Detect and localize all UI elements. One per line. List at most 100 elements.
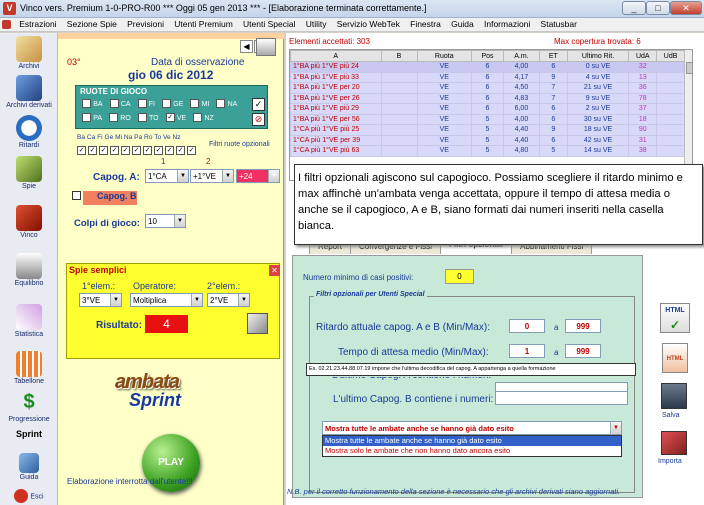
uncheck-all-icon[interactable]: ⊘ bbox=[252, 113, 265, 126]
show-mode-select[interactable]: Mostra tutte le ambate anche se hanno gi… bbox=[322, 421, 622, 435]
close-button[interactable]: ✕ bbox=[670, 1, 702, 15]
wheel-fi[interactable]: FI bbox=[137, 99, 155, 109]
col-header-am[interactable]: A.m. bbox=[502, 50, 540, 62]
import-icon[interactable] bbox=[661, 431, 687, 455]
rit-max-input[interactable]: 999 bbox=[565, 319, 601, 333]
wheel-nz[interactable]: NZ bbox=[193, 113, 214, 123]
sidebar-item-sprint[interactable]: Sprint bbox=[2, 429, 56, 443]
capoA-third-select[interactable]: +24 ▼ bbox=[236, 169, 280, 183]
wheel-ro[interactable]: RO bbox=[109, 113, 131, 123]
sidebar-item-guida[interactable]: Guida bbox=[2, 453, 56, 481]
min-pos-input[interactable]: 0 bbox=[445, 269, 474, 284]
dropdown-option-all[interactable]: Mostra tutte le ambate anche se hanno gi… bbox=[323, 436, 621, 446]
html-doc-icon[interactable]: HTML bbox=[662, 343, 688, 373]
dropdown-option-pending[interactable]: Mostra solo le ambate che non hanno dato… bbox=[323, 446, 621, 456]
copy-icon[interactable] bbox=[256, 38, 276, 56]
wheel-ba[interactable]: BA bbox=[82, 99, 103, 109]
filter-ro[interactable]: ✓ bbox=[154, 146, 163, 155]
tm-min-input[interactable]: 1 bbox=[509, 344, 545, 358]
check-all-icon[interactable]: ✓ bbox=[252, 98, 265, 111]
wheel-to[interactable]: TO bbox=[137, 113, 159, 123]
sidebar-item-tabellone[interactable]: Tabellone bbox=[2, 351, 56, 385]
filter-na[interactable]: ✓ bbox=[132, 146, 141, 155]
capoA-second-select[interactable]: +1°VE ▼ bbox=[190, 169, 234, 183]
col-header-b[interactable]: B bbox=[380, 50, 418, 62]
wheel-ve[interactable]: ✓ VE bbox=[165, 113, 186, 123]
sidebar-item-ritardi[interactable]: Ritardi bbox=[2, 115, 56, 149]
col-header-a[interactable]: A bbox=[290, 50, 382, 62]
rit-min-input[interactable]: 0 bbox=[509, 319, 545, 333]
save-icon[interactable] bbox=[661, 383, 687, 409]
spie-close-icon[interactable]: ✕ bbox=[269, 265, 280, 276]
cell-et: 5 bbox=[538, 145, 568, 157]
table-row[interactable]: 1°BA più 1°VE più 24 VE 6 4,00 6 0 su VE 32 bbox=[290, 61, 685, 73]
table-row[interactable]: 1°CA più 1°VE per 39 VE 5 4,40 6 42 su VE 31 bbox=[290, 134, 685, 146]
table-row[interactable]: 1°BA più 1°VE più 29 VE 6 6,00 6 2 su VE 37 bbox=[290, 103, 685, 115]
capoA-first-select[interactable]: 1°CA ▼ bbox=[145, 169, 189, 183]
col-header-uda[interactable]: UdA bbox=[628, 50, 658, 62]
filter-ba[interactable]: ✓ bbox=[77, 146, 86, 155]
wheel-pa[interactable]: PA bbox=[82, 113, 102, 123]
tm-max-input[interactable]: 999 bbox=[565, 344, 601, 358]
table-scrollbar[interactable] bbox=[684, 50, 692, 180]
sidebar-item-esci[interactable]: Esci bbox=[2, 489, 56, 504]
sidebar-item-archivi-derivati[interactable]: Archivi derivati bbox=[2, 75, 56, 109]
col-header-pos[interactable]: Pos bbox=[471, 50, 504, 62]
filter-to[interactable]: ✓ bbox=[165, 146, 174, 155]
table-row[interactable]: 1°BA più 1°VE per 26 VE 6 4,83 7 9 su VE 78 bbox=[290, 92, 685, 104]
menu-utenti-special[interactable]: Utenti Special bbox=[239, 18, 299, 30]
wheel-ge[interactable]: GE bbox=[162, 99, 183, 109]
maximize-button[interactable]: □ bbox=[646, 1, 670, 15]
menu-statusbar[interactable]: Statusbar bbox=[537, 18, 581, 30]
filter-ca[interactable]: ✓ bbox=[88, 146, 97, 155]
menu-utility[interactable]: Utility bbox=[302, 18, 331, 30]
col-header-ruota[interactable]: Ruota bbox=[416, 50, 473, 62]
table-row[interactable]: 1°BA più 1°VE più 33 VE 6 4,17 9 4 su VE 13 bbox=[290, 71, 685, 83]
menu-utenti-premium[interactable]: Utenti Premium bbox=[170, 18, 237, 30]
col-header-ultimo-rit[interactable]: Ultimo Rit. bbox=[566, 50, 630, 62]
col-header-udb[interactable]: UdB bbox=[656, 50, 685, 62]
cell-b bbox=[380, 82, 418, 94]
table-row[interactable]: 1°BA più 1°VE per 20 VE 6 4,50 7 21 su VE 36 bbox=[290, 82, 685, 94]
html-check-icon[interactable]: HTML ✓ bbox=[660, 303, 690, 333]
wheel-na[interactable]: NA bbox=[216, 99, 237, 109]
sidebar-item-archivi[interactable]: Archivi bbox=[2, 36, 56, 70]
cell-ultimo-rit: 4 su VE bbox=[566, 71, 630, 83]
table-row[interactable]: 1°CA più 1°VE più 63 VE 5 4,80 5 14 su VE 38 bbox=[290, 145, 685, 157]
elem1-select[interactable]: 3°VE ▼ bbox=[79, 293, 122, 307]
menu-previsioni[interactable]: Previsioni bbox=[123, 18, 168, 30]
gear-icon[interactable] bbox=[247, 313, 268, 334]
filter-ve[interactable]: ✓ bbox=[176, 146, 185, 155]
sidebar-item-statistica[interactable]: Statistica bbox=[2, 304, 56, 338]
sidebar-item-spie[interactable]: Spie bbox=[2, 156, 56, 190]
col-header-et[interactable]: ET bbox=[538, 50, 568, 62]
title-bar: V Vinco vers. Premium 1-0-PRO-R00 *** Og… bbox=[0, 0, 704, 18]
sidebar-item-progressione[interactable]: $ Progressione bbox=[2, 389, 56, 423]
filter-fi[interactable]: ✓ bbox=[99, 146, 108, 155]
minimize-button[interactable]: _ bbox=[622, 1, 646, 15]
prev-date-button[interactable]: ◀ bbox=[240, 40, 253, 53]
menu-servizio-webtek[interactable]: Servizio WebTek bbox=[333, 18, 404, 30]
menu-estrazioni[interactable]: Estrazioni bbox=[15, 18, 60, 30]
filter-pa[interactable]: ✓ bbox=[143, 146, 152, 155]
elem2-select[interactable]: 2°VE ▼ bbox=[207, 293, 250, 307]
filter-mi[interactable]: ✓ bbox=[121, 146, 130, 155]
menu-guida[interactable]: Guida bbox=[447, 18, 478, 30]
capoB-numbers-input[interactable] bbox=[495, 391, 628, 405]
table-row[interactable]: 1°CA più 1°VE più 25 VE 5 4,40 9 18 su VE 90 bbox=[290, 124, 685, 136]
menu-finestra[interactable]: Finestra bbox=[406, 18, 445, 30]
menu-sezione-spie[interactable]: Sezione Spie bbox=[63, 18, 121, 30]
table-row[interactable]: 1°BA più 1°VE per 56 VE 5 4,00 6 30 su VE 18 bbox=[290, 113, 685, 125]
sidebar-item-vinco[interactable]: Vinco bbox=[2, 205, 56, 239]
menu-app-icon[interactable] bbox=[0, 19, 13, 30]
filter-ge[interactable]: ✓ bbox=[110, 146, 119, 155]
operator-select[interactable]: Moltiplica ▼ bbox=[130, 293, 203, 307]
wheel-ca[interactable]: CA bbox=[109, 99, 131, 109]
menu-informazioni[interactable]: Informazioni bbox=[480, 18, 534, 30]
filter-nz[interactable]: ✓ bbox=[187, 146, 196, 155]
colpi-select[interactable]: 10 ▼ bbox=[145, 214, 186, 228]
capoB-checkbox[interactable] bbox=[72, 191, 81, 200]
wheel-mi[interactable]: MI bbox=[190, 99, 209, 109]
sidebar-item-equilibrio[interactable]: Equilibrio bbox=[2, 253, 56, 287]
scrollbar-thumb[interactable] bbox=[686, 62, 692, 74]
